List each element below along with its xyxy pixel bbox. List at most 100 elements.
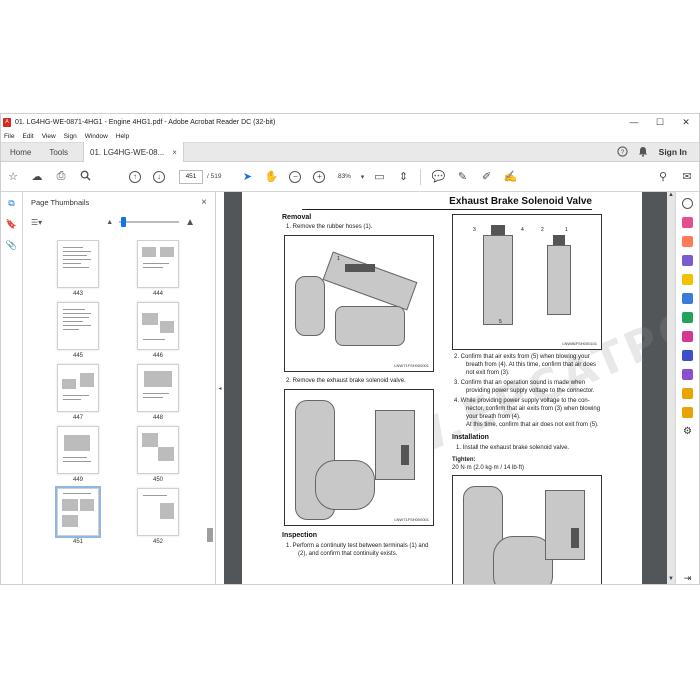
protect-shield-icon[interactable] [682,350,693,361]
thumbnail-450[interactable]: 450 [128,426,188,483]
comment-icon[interactable]: 💬 [426,170,450,183]
thumbnail-label: 445 [72,353,83,359]
edit-pdf-icon[interactable] [682,255,693,266]
attachments-paperclip-icon[interactable]: 📎 [6,240,17,251]
thumbnail-447[interactable]: 447 [48,364,108,421]
menu-file[interactable]: File [4,133,14,140]
highlight-pen-icon[interactable]: ✎ [450,170,474,183]
toolbar-divider [420,168,422,185]
draw-icon[interactable]: ✐ [474,170,498,183]
upload-cloud-icon[interactable]: ☁ [25,170,49,183]
next-page-icon[interactable]: ↓ [147,170,171,183]
tab-tools[interactable]: Tools [40,148,77,157]
menu-window[interactable]: Window [85,133,108,140]
zoom-level-dropdown[interactable]: 83% [331,173,357,180]
inspection-step-4b: nector, confirm that air exits from (3) … [466,406,601,412]
scroll-down-arrow-icon[interactable]: ▼ [667,576,675,582]
thumbnail-page [57,302,99,350]
page-thumbnails-icon[interactable]: ⧉ [8,198,14,209]
organize-pages-icon[interactable] [682,312,693,323]
select-cursor-icon[interactable]: ➤ [235,170,259,183]
close-tab-icon[interactable]: × [172,148,177,157]
thumbnail-443[interactable]: 443 [48,240,108,297]
panel-splitter-handle[interactable]: ◂ [216,192,224,584]
menu-edit[interactable]: Edit [22,133,33,140]
bookmark-star-icon[interactable]: ☆ [1,170,25,183]
thumbnail-page [137,426,179,474]
small-mountain-icon: ▲ [106,218,114,226]
tab-home[interactable]: Home [1,148,40,157]
tighten-label: Tighten: [452,457,476,463]
thumbnail-445[interactable]: 445 [48,302,108,359]
fill-and-sign-icon[interactable] [682,331,693,342]
thumbnail-page [57,426,99,474]
send-for-comments-icon[interactable] [682,388,693,399]
previous-page-icon[interactable]: ↑ [123,170,147,183]
find-search-icon[interactable] [73,170,97,184]
request-signature-icon[interactable] [682,369,693,380]
thumbnails-header: Page Thumbnails × [23,192,215,212]
notifications-bell-icon[interactable] [633,146,653,159]
thumbnail-label: 452 [152,539,163,545]
create-pdf-icon[interactable] [682,236,693,247]
maximize-button[interactable]: ☐ [647,117,673,128]
close-window-button[interactable]: ✕ [673,117,699,128]
more-tools-icon[interactable]: ⚙ [682,426,693,437]
thumbnail-452[interactable]: 452 [128,488,188,545]
page-number-input[interactable]: 451 [179,169,203,184]
close-thumbnails-icon[interactable]: × [201,197,207,208]
zoom-dropdown-chevron-icon[interactable]: ▾ [357,173,367,181]
inspection-step-3b: providing power supply voltage to the co… [466,388,595,394]
inspection-step-4d: At this time, confirm that air does not … [466,422,599,428]
hand-tool-icon[interactable]: ✋ [259,170,283,183]
thumbnail-page [57,240,99,288]
inspection-step-4c: your breath from (4). [466,414,521,420]
pdf-page: WWW.EPCATPC.COM Exhaust Brake Solenoid V… [242,192,675,584]
export-pdf-icon[interactable] [682,217,693,228]
thumbnails-scroll-thumb[interactable] [207,528,213,542]
combine-files-icon[interactable] [682,293,693,304]
removal-heading: Removal [282,214,312,221]
inspection-heading: Inspection [282,532,318,539]
thumbnail-label: 448 [152,415,163,421]
thumbnail-451-selected[interactable]: 451 [48,486,108,545]
thumbnail-446[interactable]: 446 [128,302,188,359]
inspection-step-2c: not exit from (3). [466,370,510,376]
thumbnail-size-slider[interactable] [119,217,180,227]
thumbnails-scrollbar[interactable] [207,240,213,584]
menu-view[interactable]: View [42,133,56,140]
main-toolbar: ☆ ☁ ⎙ ↑ ↓ 451 / 519 ➤ ✋ − + 83% ▾ ▭ ⇕ 💬 … [1,162,699,192]
zoom-out-icon[interactable]: − [283,170,307,183]
print-icon[interactable]: ⎙ [49,170,73,183]
calendar-icon[interactable] [682,407,693,418]
document-view: WWW.EPCATPC.COM Exhaust Brake Solenoid V… [224,192,675,584]
share-link-icon[interactable]: ⚲ [651,170,675,183]
menu-help[interactable]: Help [116,133,129,140]
expand-tools-icon[interactable]: ⇥ [682,573,693,584]
email-icon[interactable]: ✉ [675,170,699,183]
menu-sign[interactable]: Sign [64,133,77,140]
scroll-up-arrow-icon[interactable]: ▲ [667,192,675,198]
bookmarks-icon[interactable]: 🔖 [6,219,17,230]
tab-document-label: 01. LG4HG-WE-08... [90,147,165,157]
large-mountain-icon: ▲ [185,216,196,228]
inspection-step-4a: 4. While providing power supply voltage … [454,398,590,404]
callout-5: 5 [499,319,502,325]
help-icon[interactable]: ? [613,145,633,159]
thumbnail-444[interactable]: 444 [128,240,188,297]
search-tools-icon[interactable] [682,198,693,209]
thumbnail-448[interactable]: 448 [128,364,188,421]
scroll-mode-icon[interactable]: ⇕ [391,170,415,183]
fill-sign-icon[interactable]: ✍ [498,170,522,183]
minimize-button[interactable]: — [621,117,647,127]
thumbnail-449[interactable]: 449 [48,426,108,483]
zoom-in-icon[interactable]: + [307,170,331,183]
fit-page-icon[interactable]: ▭ [367,170,391,183]
sign-in-button[interactable]: Sign In [653,147,699,157]
comment-tool-icon[interactable] [682,274,693,285]
figure-rubber-hoses: 1 LNW71FSH000001 [284,235,434,372]
tab-document[interactable]: 01. LG4HG-WE-08... × [83,142,184,162]
slider-knob[interactable] [121,217,127,227]
document-scrollbar[interactable]: ▲ ▼ [667,192,675,584]
thumbnail-options-icon[interactable]: ☰▾ [31,218,42,227]
